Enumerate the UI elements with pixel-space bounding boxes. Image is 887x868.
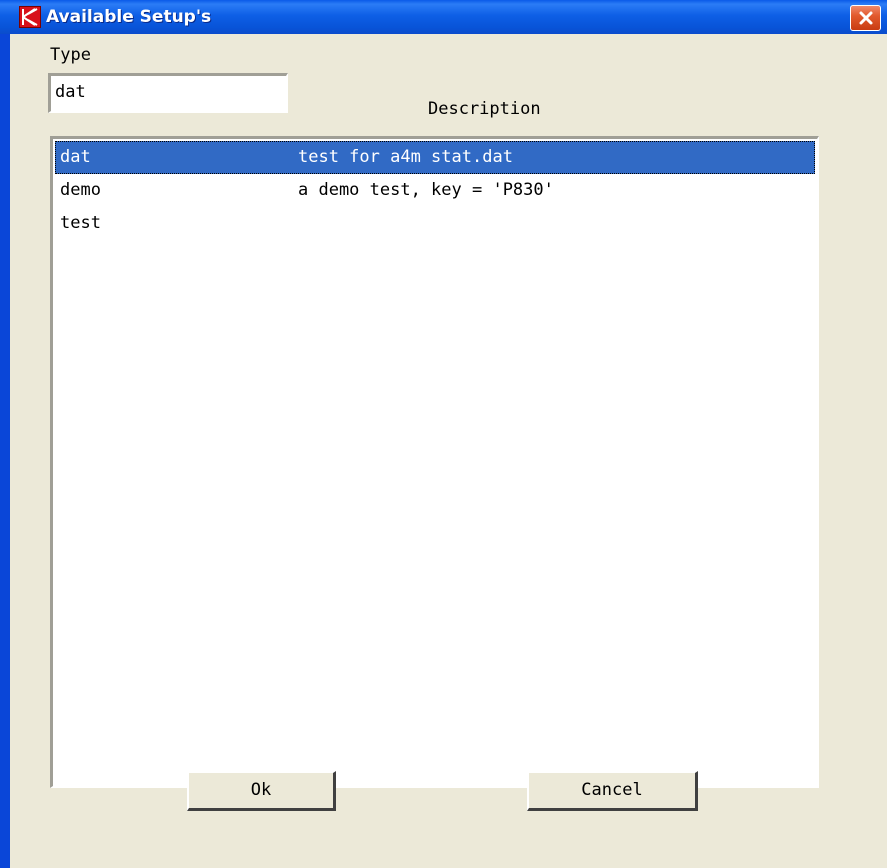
ok-button[interactable]: Ok [187, 771, 336, 811]
close-button[interactable] [850, 5, 881, 31]
list-item-type: demo [60, 180, 101, 200]
k-app-icon[interactable] [19, 6, 41, 28]
list-item[interactable]: test [55, 207, 815, 240]
list-item-description: test for a4m stat.dat [298, 147, 513, 167]
description-header: Description [428, 99, 541, 119]
setup-dialog: Available Setup's Type dat Description d… [0, 0, 887, 868]
type-label: Type [50, 45, 91, 65]
list-item-type: test [60, 213, 101, 233]
list-item[interactable]: dat test for a4m stat.dat [55, 141, 815, 174]
title-bar[interactable]: Available Setup's [0, 0, 887, 34]
close-icon [859, 11, 872, 25]
list-item-description: a demo test, key = 'P830' [298, 180, 554, 200]
type-input[interactable]: dat [48, 73, 288, 113]
list-item[interactable]: demo a demo test, key = 'P830' [55, 174, 815, 207]
cancel-button[interactable]: Cancel [527, 771, 698, 811]
setup-list[interactable]: dat test for a4m stat.dat demo a demo te… [50, 136, 819, 788]
window-title: Available Setup's [46, 7, 212, 27]
list-item-type: dat [60, 147, 91, 167]
